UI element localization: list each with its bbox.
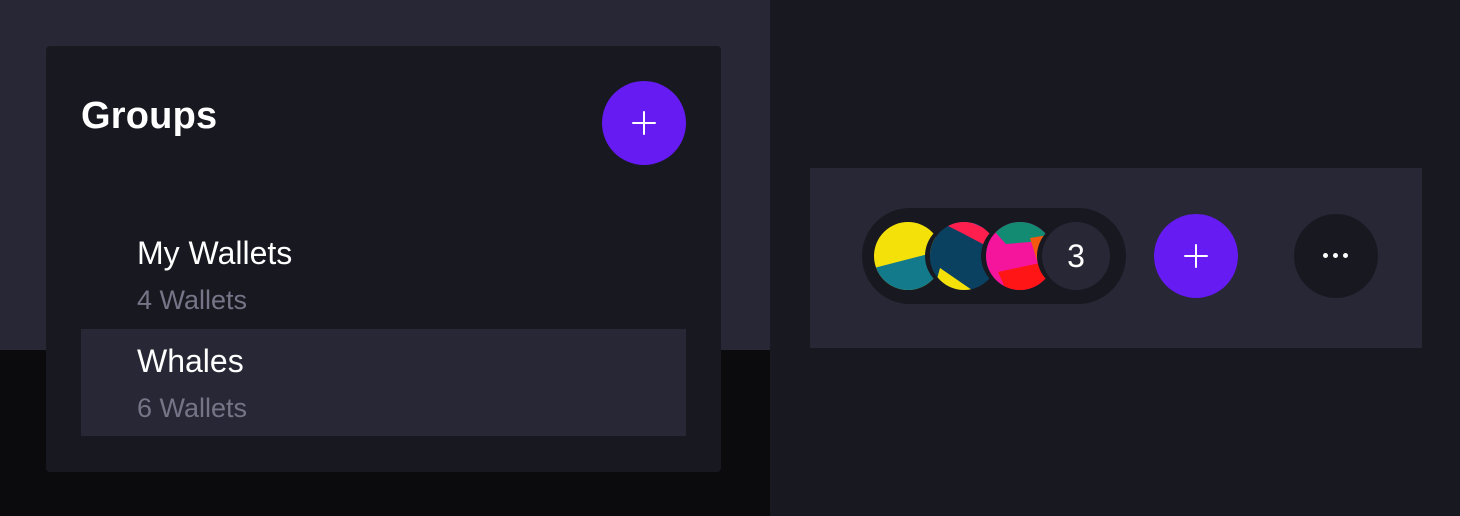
wallet-avatar-stack[interactable]: 3 [862, 208, 1126, 304]
group-toolbar: 3 [810, 168, 1422, 348]
group-name: My Wallets [137, 235, 293, 271]
group-wallet-count: 6 Wallets [137, 393, 248, 423]
app-canvas: Groups My Wallets 4 Wallets Whales 6 Wal… [0, 0, 1460, 516]
more-horizontal-icon [1323, 253, 1349, 259]
group-wallet-count: 4 Wallets [137, 285, 248, 315]
group-name: Whales [137, 343, 244, 379]
more-options-button[interactable] [1294, 214, 1378, 298]
groups-title: Groups [81, 95, 218, 137]
plus-icon [632, 111, 656, 135]
group-item-my-wallets[interactable]: My Wallets 4 Wallets [81, 213, 686, 320]
plus-icon [1184, 244, 1208, 268]
group-item-whales[interactable]: Whales 6 Wallets [81, 329, 686, 436]
groups-panel: Groups My Wallets 4 Wallets Whales 6 Wal… [46, 46, 721, 472]
add-wallet-button[interactable] [1154, 214, 1238, 298]
wallet-count-badge: 3 [1042, 222, 1110, 290]
add-group-button[interactable] [602, 81, 686, 165]
